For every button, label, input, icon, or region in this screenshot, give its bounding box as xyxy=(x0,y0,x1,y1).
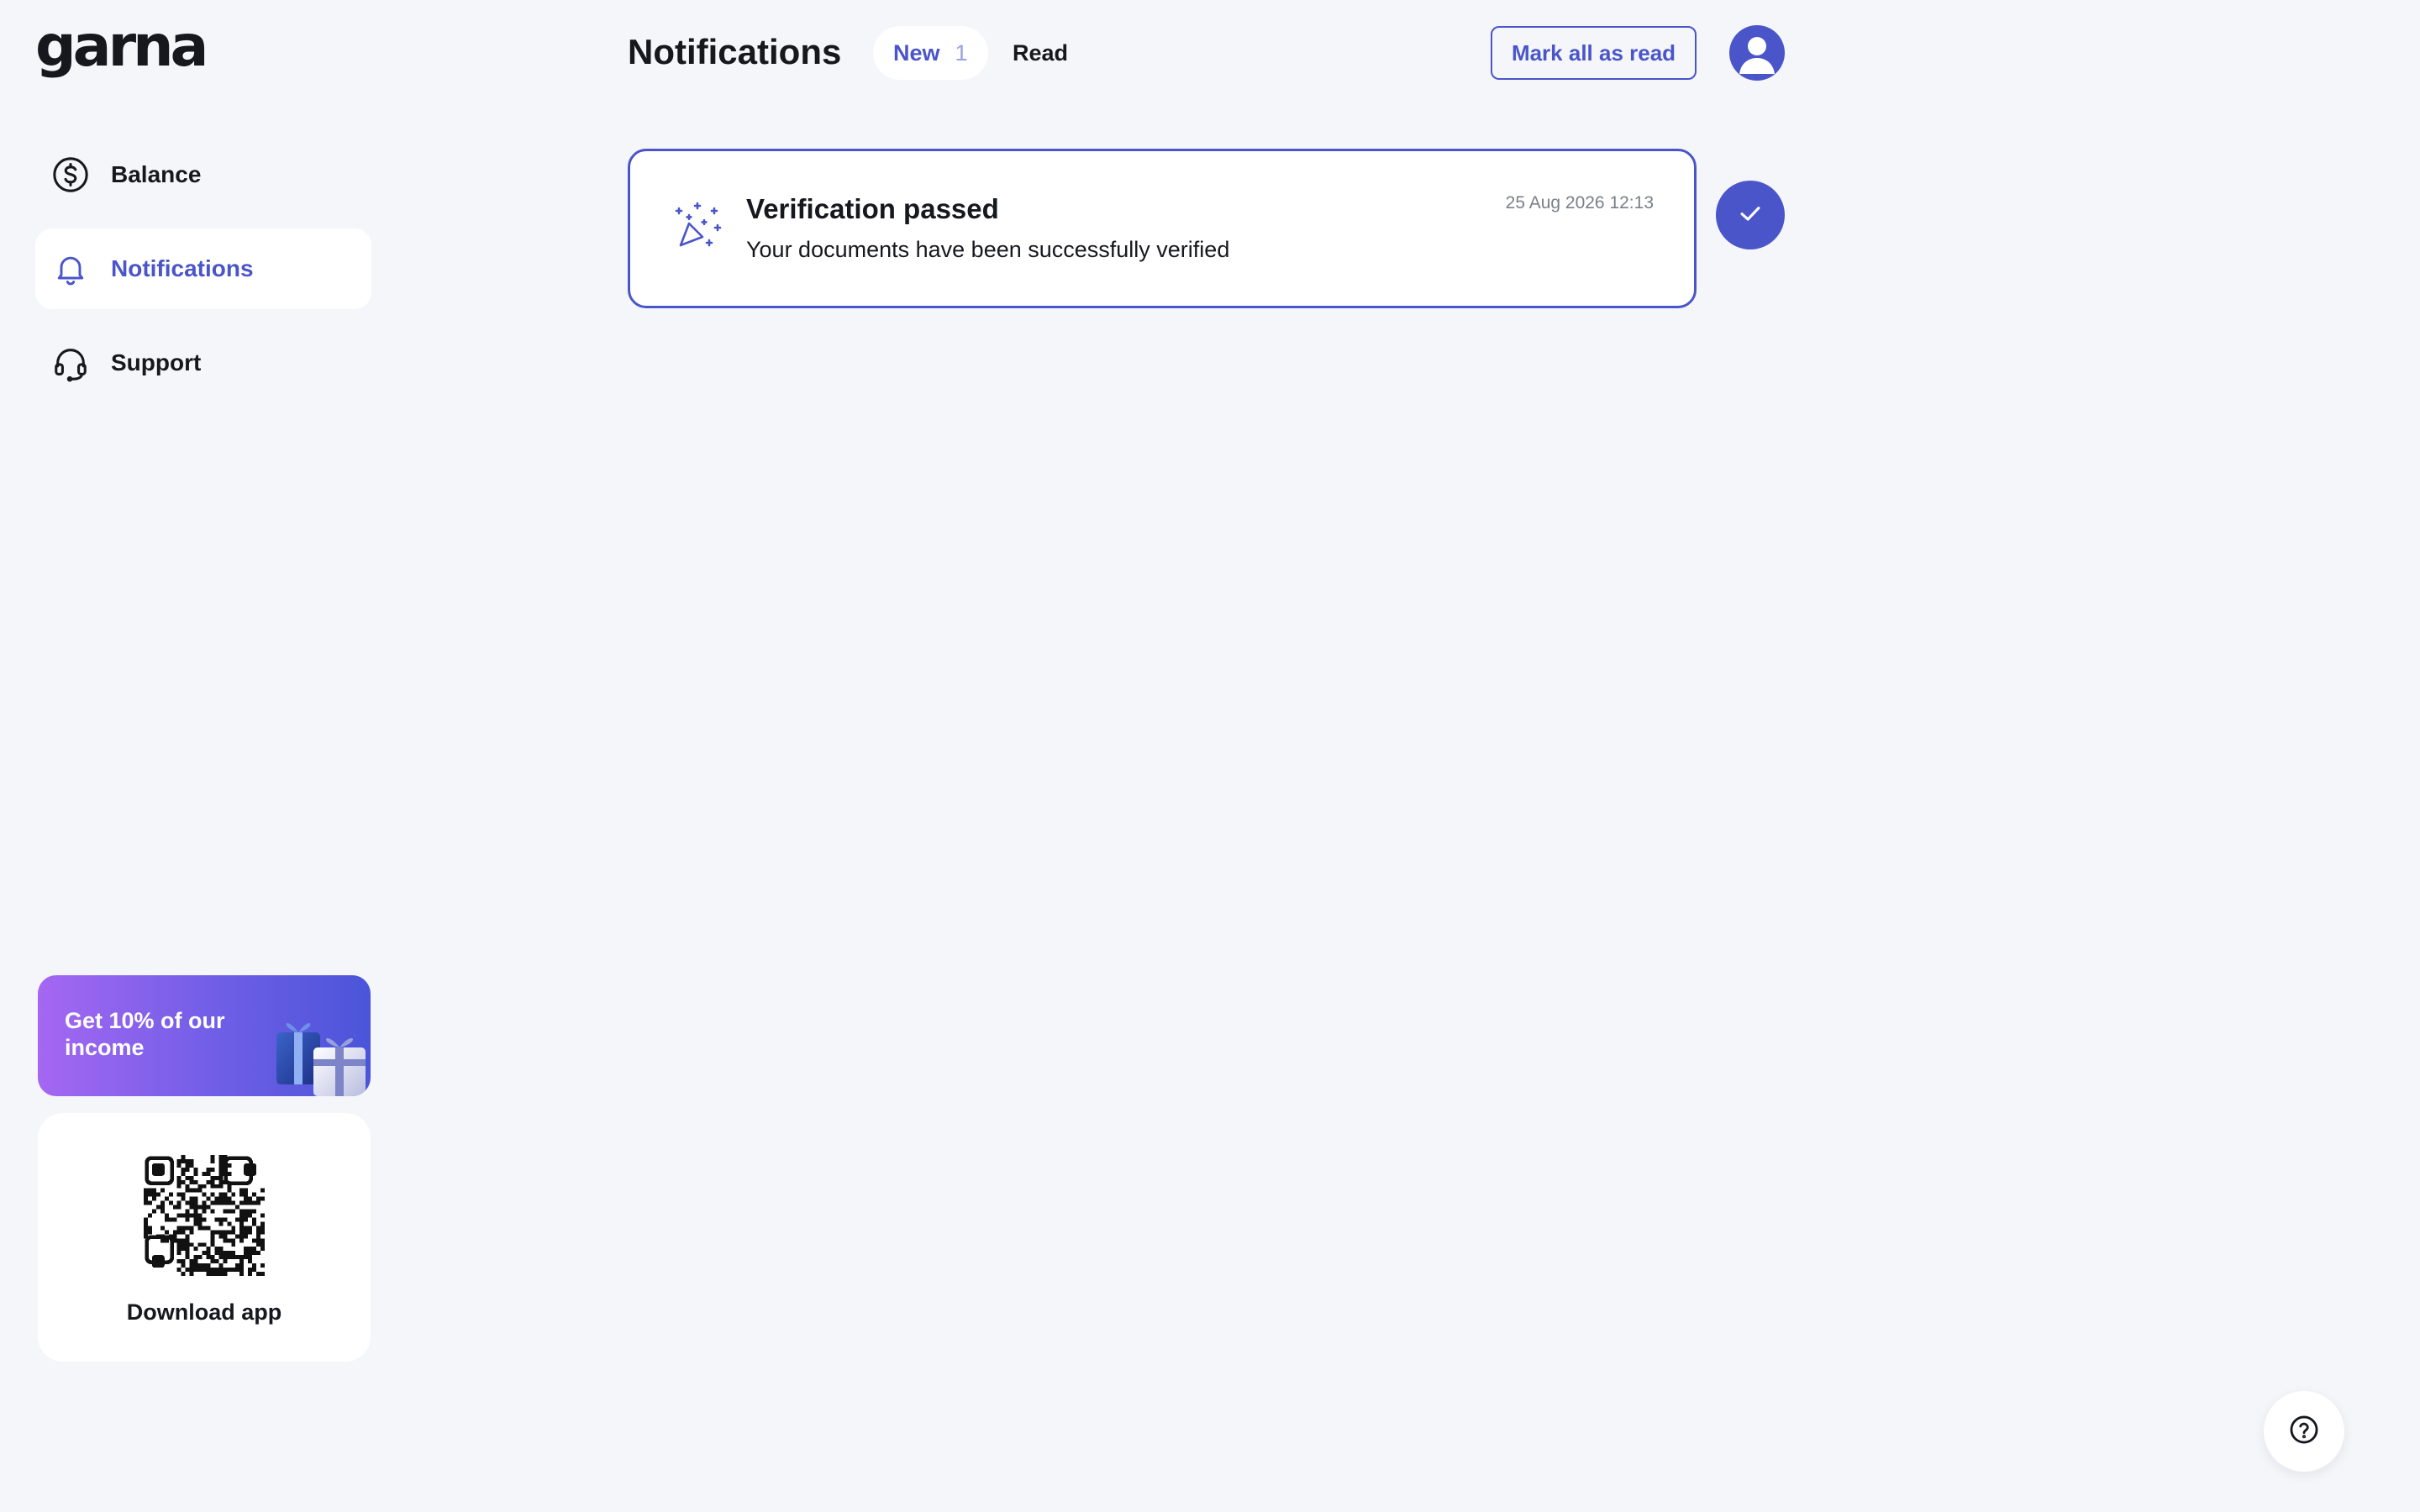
download-app-card[interactable]: Download app xyxy=(38,1113,371,1362)
mark-as-read-button[interactable] xyxy=(1716,181,1785,249)
sidebar-item-support[interactable]: Support xyxy=(35,323,371,403)
sidebar-item-label: Balance xyxy=(111,161,202,187)
notification-title: Verification passed xyxy=(746,193,999,224)
question-circle-icon xyxy=(2288,1414,2320,1450)
sidebar-item-label: Notifications xyxy=(111,255,254,281)
tab-count-badge: 1 xyxy=(955,39,968,66)
notification-card[interactable]: Verification passed Your documents have … xyxy=(628,149,1697,308)
page-title: Notifications xyxy=(628,32,842,71)
qr-code-icon xyxy=(144,1155,265,1276)
tab-new[interactable]: New 1 xyxy=(873,26,988,80)
party-popper-icon xyxy=(674,200,724,252)
referral-promo-banner[interactable]: Get 10% of our income xyxy=(38,975,371,1096)
sidebar-item-notifications[interactable]: Notifications xyxy=(35,228,371,309)
bell-icon xyxy=(50,249,91,289)
dollar-circle-icon xyxy=(50,155,91,195)
tab-label: New xyxy=(893,39,940,66)
sidebar: garna Balance Notifications Support Get … xyxy=(0,0,403,1512)
tab-read[interactable]: Read xyxy=(1013,26,1068,80)
sidebar-item-balance[interactable]: Balance xyxy=(35,134,371,215)
download-app-label: Download app xyxy=(126,1299,282,1325)
notification-timestamp: 25 Aug 2026 12:13 xyxy=(1505,193,1654,213)
notification-body: Your documents have been successfully ve… xyxy=(746,237,1230,262)
sidebar-item-label: Support xyxy=(111,349,202,375)
tab-label: Read xyxy=(1013,39,1069,66)
user-avatar-icon[interactable] xyxy=(1729,25,1785,81)
help-button[interactable] xyxy=(2264,1391,2344,1472)
gift-icon xyxy=(276,1022,366,1096)
headset-icon xyxy=(50,343,91,383)
app-logo[interactable]: garna xyxy=(35,18,208,76)
mark-all-as-read-button[interactable]: Mark all as read xyxy=(1491,26,1697,80)
promo-text: Get 10% of our income xyxy=(65,1008,225,1060)
check-icon xyxy=(1736,199,1765,232)
